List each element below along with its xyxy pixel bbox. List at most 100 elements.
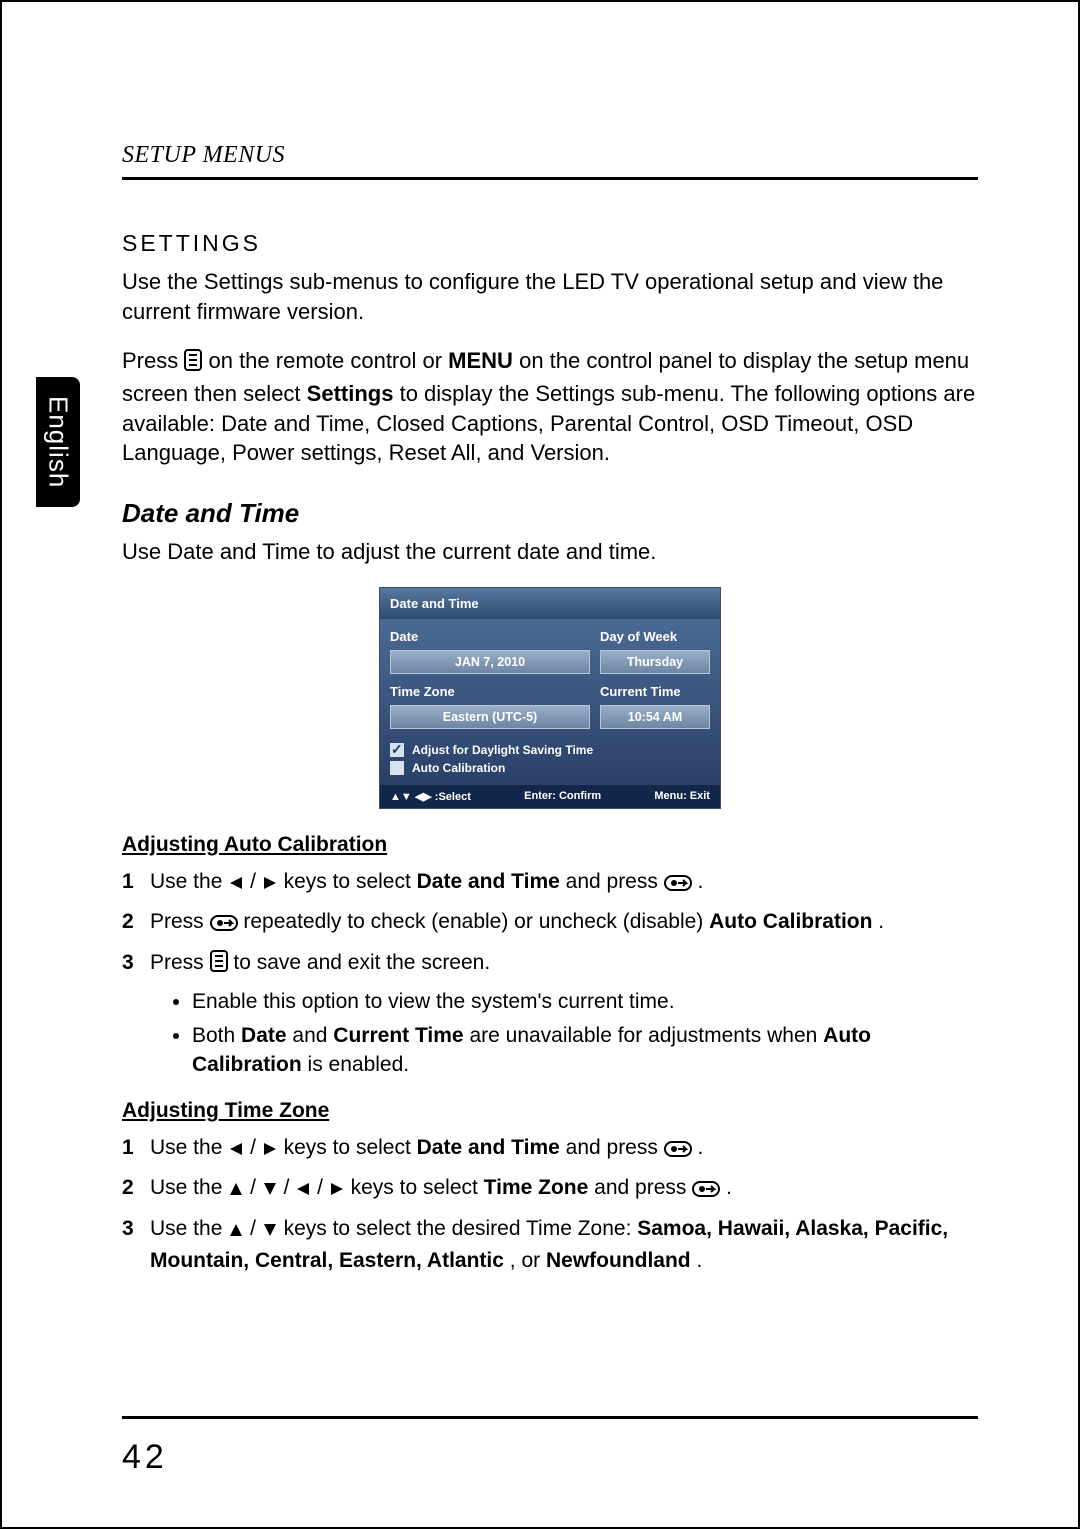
- osd-footer-enter: Enter: Confirm: [524, 790, 601, 803]
- osd-date-label: Date: [390, 629, 590, 644]
- manual-page: English SETUP MENUS SETTINGS Use the Set…: [0, 0, 1080, 1529]
- acb2-end: is enabled.: [308, 1053, 410, 1076]
- osd-footer: ▲▼ ◀▶ :Select Enter: Confirm Menu: Exit: [380, 785, 720, 808]
- slash-tz3: /: [250, 1217, 262, 1240]
- enter-icon: [664, 870, 692, 899]
- osd-auto-label: Auto Calibration: [412, 761, 505, 775]
- acb2-b2: Current Time: [333, 1024, 463, 1047]
- down-triangle-icon: [262, 1217, 278, 1246]
- right-triangle-icon: [262, 870, 278, 899]
- menu-remote-icon: [210, 950, 228, 980]
- tz3-mid: keys to select the desired Time Zone:: [284, 1217, 638, 1240]
- tz1-mid: keys to select: [284, 1136, 417, 1159]
- osd-time-value: 10:54 AM: [600, 705, 710, 729]
- acb2-pre: Both: [192, 1024, 241, 1047]
- tz2-mid: keys to select: [351, 1176, 484, 1199]
- enter-icon: [210, 910, 238, 939]
- down-triangle-icon: [262, 1176, 278, 1205]
- slash-tz1: /: [250, 1136, 262, 1159]
- ac1-pre: Use the: [150, 870, 228, 893]
- osd-tz-value[interactable]: Eastern (UTC-5): [390, 705, 590, 729]
- ac2-end: .: [878, 910, 884, 933]
- osd-auto-checkbox[interactable]: [390, 761, 404, 775]
- tz3-pre: Use the: [150, 1217, 228, 1240]
- press-pre: Press: [122, 348, 184, 373]
- ac2-pre: Press: [150, 910, 210, 933]
- auto-cal-heading: Adjusting Auto Calibration: [122, 833, 978, 857]
- auto-cal-step-2: Press repeatedly to check (enable) or un…: [122, 907, 978, 939]
- auto-cal-bullet-2: Both Date and Current Time are unavailab…: [192, 1022, 978, 1079]
- timezone-heading: Adjusting Time Zone: [122, 1099, 978, 1123]
- acb2-mid1: and: [292, 1024, 333, 1047]
- tz3-end: .: [696, 1249, 702, 1272]
- osd-title: Date and Time: [380, 588, 720, 619]
- osd-footer-select: ▲▼ ◀▶ :Select: [390, 790, 471, 803]
- ac3-pre: Press: [150, 951, 210, 974]
- left-triangle-icon: [228, 870, 244, 899]
- auto-cal-steps: Use the / keys to select Date and Time a…: [122, 867, 978, 1079]
- settings-press-para: Press on the remote control or MENU on t…: [122, 346, 978, 468]
- tz2-pre: Use the: [150, 1176, 228, 1199]
- up-triangle-icon: [228, 1176, 244, 1205]
- right-triangle-icon: [262, 1136, 278, 1165]
- ac1-mid: keys to select: [284, 870, 417, 893]
- osd-dow-value: Thursday: [600, 650, 710, 674]
- tz1-end: .: [698, 1136, 704, 1159]
- tz-step-3: Use the / keys to select the desired Tim…: [122, 1214, 978, 1276]
- ac1-mid2: and press: [566, 870, 664, 893]
- right-triangle-icon: [329, 1176, 345, 1205]
- enter-icon: [664, 1136, 692, 1165]
- auto-cal-step-3: Press to save and exit the screen. Enabl…: [122, 948, 978, 1079]
- osd-body: Date JAN 7, 2010 Day of Week Thursday Ti…: [380, 619, 720, 785]
- page-number: 42: [122, 1438, 168, 1477]
- header-rule: [122, 177, 978, 180]
- enter-icon: [692, 1176, 720, 1205]
- acb2-b1: Date: [241, 1024, 287, 1047]
- osd-dst-checkbox[interactable]: [390, 743, 404, 757]
- timezone-steps: Use the / keys to select Date and Time a…: [122, 1133, 978, 1276]
- up-triangle-icon: [228, 1217, 244, 1246]
- auto-cal-bullet-1: Enable this option to view the system's …: [192, 988, 978, 1016]
- ac1-end: .: [698, 870, 704, 893]
- menu-word: MENU: [448, 348, 513, 373]
- slash-tz2b: /: [284, 1176, 296, 1199]
- tz1-bold: Date and Time: [417, 1136, 560, 1159]
- tz-step-1: Use the / keys to select Date and Time a…: [122, 1133, 978, 1165]
- settings-intro: Use the Settings sub-menus to configure …: [122, 267, 978, 326]
- settings-word: Settings: [307, 381, 394, 406]
- tz-step-2: Use the / / / keys to select Time Zone a…: [122, 1173, 978, 1205]
- osd-footer-menu: Menu: Exit: [654, 790, 710, 803]
- osd-date-value[interactable]: JAN 7, 2010: [390, 650, 590, 674]
- tz1-mid2: and press: [566, 1136, 664, 1159]
- slash1: /: [250, 870, 262, 893]
- tz2-mid2: and press: [594, 1176, 692, 1199]
- ac2-bold: Auto Calibration: [709, 910, 872, 933]
- acb2-mid2: are unavailable for adjustments when: [469, 1024, 823, 1047]
- slash-tz2c: /: [317, 1176, 329, 1199]
- ac3-end: to save and exit the screen.: [233, 951, 490, 974]
- ac1-bold: Date and Time: [417, 870, 560, 893]
- left-triangle-icon: [228, 1136, 244, 1165]
- left-triangle-icon: [295, 1176, 311, 1205]
- press-mid1: on the remote control or: [208, 348, 448, 373]
- date-time-intro: Use Date and Time to adjust the current …: [122, 537, 978, 567]
- ac2-mid: repeatedly to check (enable) or uncheck …: [243, 910, 709, 933]
- date-time-heading: Date and Time: [122, 498, 978, 529]
- settings-heading: SETTINGS: [122, 230, 978, 257]
- osd-tz-label: Time Zone: [390, 684, 590, 699]
- slash-tz2a: /: [250, 1176, 262, 1199]
- osd-dow-label: Day of Week: [600, 629, 710, 644]
- tz3-or: , or: [510, 1249, 546, 1272]
- section-header: SETUP MENUS: [122, 142, 978, 169]
- osd-dst-label: Adjust for Daylight Saving Time: [412, 743, 593, 757]
- menu-remote-icon: [184, 349, 202, 379]
- tz1-pre: Use the: [150, 1136, 228, 1159]
- tz3-last: Newfoundland: [546, 1249, 691, 1272]
- language-tab: English: [36, 377, 80, 507]
- auto-cal-bullets: Enable this option to view the system's …: [174, 988, 978, 1079]
- auto-cal-step-1: Use the / keys to select Date and Time a…: [122, 867, 978, 899]
- osd-panel: Date and Time Date JAN 7, 2010 Day of We…: [379, 587, 721, 809]
- content-area: SETUP MENUS SETTINGS Use the Settings su…: [122, 142, 978, 1417]
- footer-rule: [122, 1416, 978, 1419]
- osd-time-label: Current Time: [600, 684, 710, 699]
